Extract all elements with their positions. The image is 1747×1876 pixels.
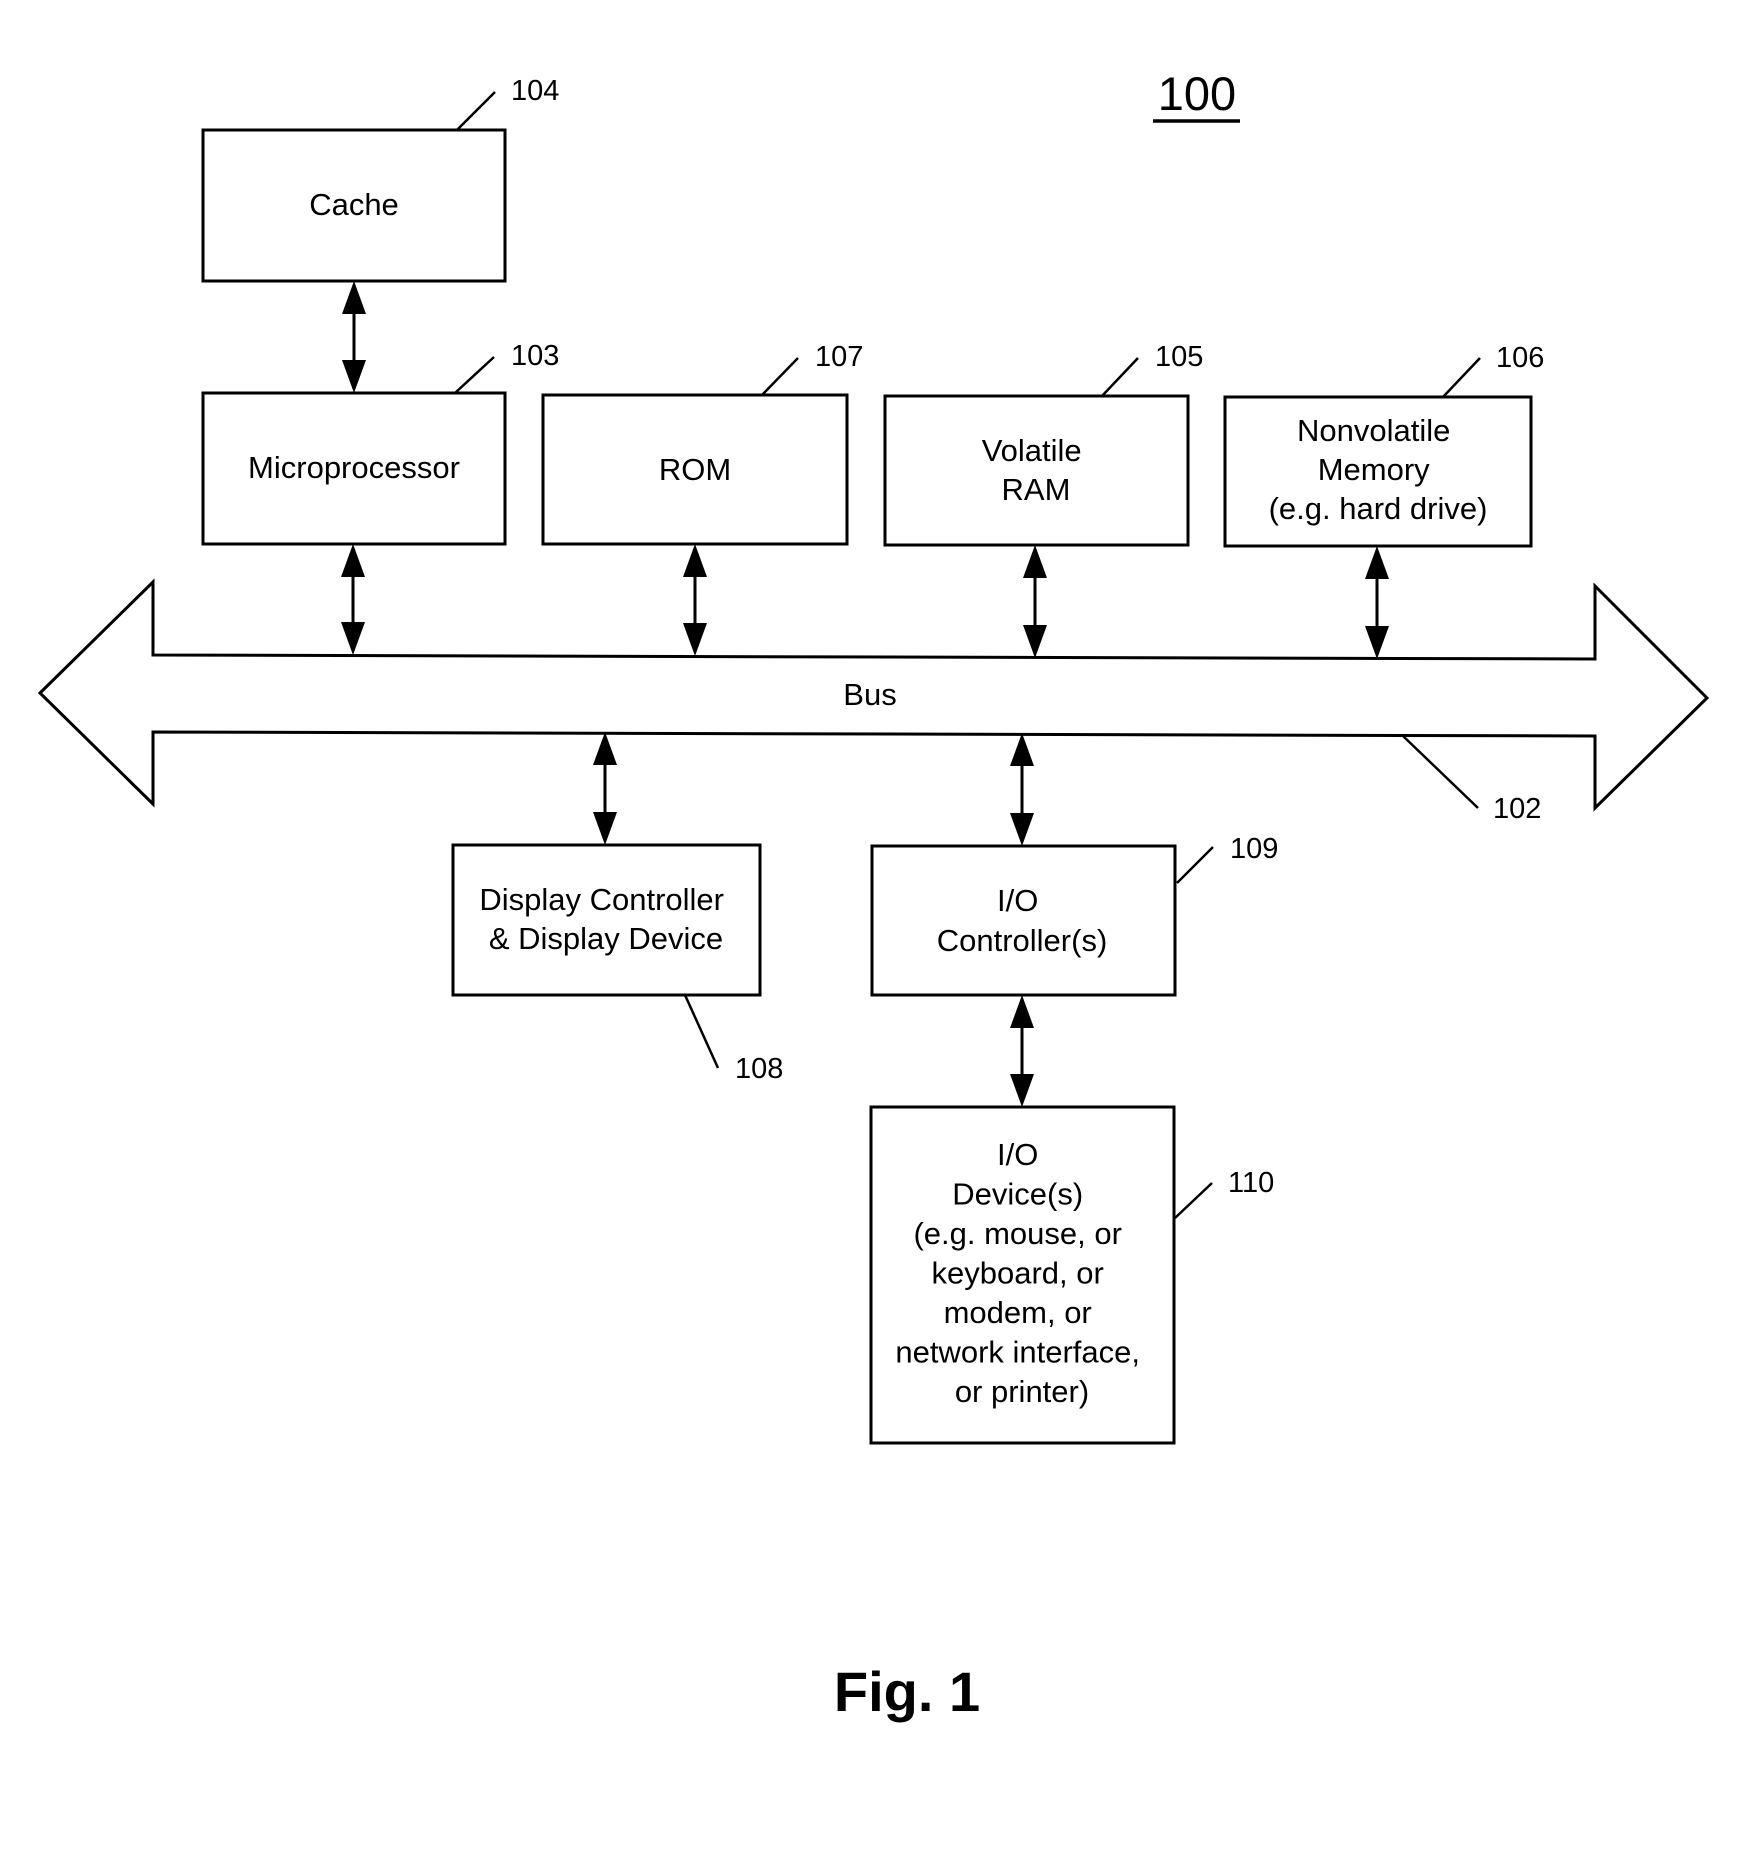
connector-bus-to-display (593, 732, 617, 845)
connector-bus-to-io-controller (1010, 733, 1034, 846)
io-devices-label-line: I/O (997, 1137, 1038, 1172)
block-nonvolatile-memory: Nonvolatile Memory (e.g. hard drive) 106 (1223, 342, 1544, 548)
block-cache: Cache 104 (201, 75, 559, 283)
io-devices-label-line: network interface, (895, 1335, 1140, 1370)
arrowhead-down-icon (1023, 625, 1047, 658)
nonvolatile-memory-label-line: Nonvolatile (1297, 413, 1450, 448)
arrowhead-up-icon (341, 544, 365, 577)
io-devices-ref-leader (1174, 1182, 1213, 1219)
block-io-devices: I/O Device(s) (e.g. mouse, or keyboard, … (869, 1105, 1274, 1445)
volatile-ram-ref-label: 105 (1155, 341, 1203, 373)
display-box (451, 843, 762, 997)
bus: Bus 102 (37, 578, 1710, 825)
bus-ref-leader (1402, 735, 1479, 809)
nonvolatile-memory-label-line: Memory (1318, 452, 1430, 487)
block-io-controller: I/O Controller(s) 109 (870, 833, 1278, 997)
io-controller-label-line: I/O (997, 883, 1038, 918)
system-block-diagram: 100 Bus 102 Cache 104 Microprocessor 103… (37, 67, 1710, 1723)
arrowhead-up-icon (1010, 733, 1034, 766)
rom-ref-label: 107 (815, 341, 863, 373)
cache-ref-label: 104 (511, 75, 559, 107)
connector-io-controller-to-io-devices (1010, 995, 1034, 1107)
connector-rom-to-bus (683, 544, 707, 656)
display-ref-leader (683, 994, 720, 1069)
io-devices-label-line: keyboard, or (932, 1256, 1104, 1291)
cache-ref-leader (456, 91, 496, 131)
microprocessor-label-line: Microprocessor (248, 450, 460, 485)
arrowhead-up-icon (1023, 545, 1047, 578)
arrowhead-up-icon (1010, 995, 1034, 1028)
rom-label-line: ROM (659, 452, 731, 487)
arrowhead-down-icon (1010, 1074, 1034, 1107)
block-display: Display Controller & Display Device 108 (451, 843, 783, 1085)
arrowhead-down-icon (1010, 813, 1034, 846)
volatile-ram-ref-leader (1101, 357, 1139, 397)
nonvolatile-memory-ref-label: 106 (1496, 342, 1544, 374)
arrowhead-down-icon (1365, 626, 1389, 659)
io-controller-ref-label: 109 (1230, 833, 1278, 865)
connector-microprocessor-to-bus (341, 544, 365, 655)
io-devices-label-line: or printer) (955, 1374, 1089, 1409)
volatile-ram-label-line: RAM (1002, 472, 1071, 507)
arrowhead-down-icon (683, 623, 707, 656)
io-controller-ref-leader (1176, 846, 1214, 884)
figure-caption: Fig. 1 (834, 1660, 980, 1723)
block-volatile-ram: Volatile RAM 105 (883, 341, 1203, 547)
io-devices-label-line: (e.g. mouse, or (913, 1216, 1121, 1251)
microprocessor-label: Microprocessor (248, 450, 460, 485)
io-controller-label-line: Controller(s) (937, 923, 1108, 958)
arrowhead-down-icon (593, 812, 617, 845)
microprocessor-ref-label: 103 (511, 340, 559, 372)
display-label-line: & Display Device (489, 921, 723, 956)
microprocessor-ref-leader (454, 356, 495, 394)
cache-label: Cache (309, 187, 399, 222)
connector-nonvolatile-memory-to-bus (1365, 546, 1389, 659)
io-devices-label-line: Device(s) (952, 1177, 1083, 1212)
nonvolatile-memory-label-line: (e.g. hard drive) (1269, 491, 1488, 526)
cache-label-line: Cache (309, 187, 399, 222)
io-devices-label-line: modem, or (944, 1295, 1092, 1330)
block-rom: ROM 107 (541, 341, 863, 546)
figure-number: 100 (1158, 67, 1236, 120)
arrowhead-down-icon (342, 360, 366, 393)
block-microprocessor: Microprocessor 103 (201, 340, 559, 546)
connector-volatile-ram-to-bus (1023, 545, 1047, 658)
rom-ref-leader (761, 357, 799, 396)
arrowhead-down-icon (341, 622, 365, 655)
arrowhead-up-icon (1365, 546, 1389, 579)
rom-label: ROM (659, 452, 731, 487)
volatile-ram-box (883, 394, 1190, 547)
bus-ref-label: 102 (1493, 793, 1541, 825)
volatile-ram-label-line: Volatile (982, 433, 1082, 468)
arrowhead-up-icon (342, 281, 366, 314)
nonvolatile-memory-ref-leader (1442, 357, 1481, 398)
arrowhead-up-icon (683, 544, 707, 577)
io-devices-ref-label: 110 (1228, 1167, 1274, 1199)
display-label-line: Display Controller (479, 882, 724, 917)
display-ref-label: 108 (735, 1053, 783, 1085)
io-controller-box (870, 844, 1177, 997)
arrowhead-up-icon (593, 732, 617, 765)
bus-label: Bus (843, 677, 896, 712)
connector-cache-to-microprocessor (342, 281, 366, 393)
